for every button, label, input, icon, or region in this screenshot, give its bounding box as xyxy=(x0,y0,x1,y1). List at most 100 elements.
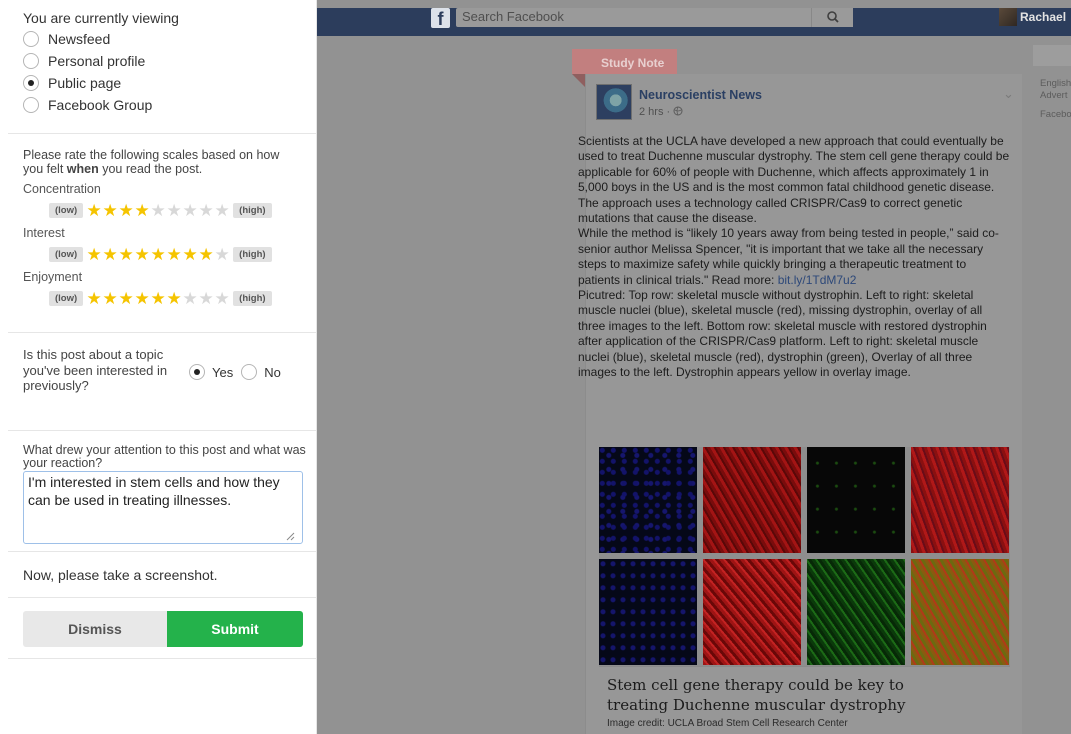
post-time[interactable]: 2 hrs · xyxy=(639,106,673,118)
scale-label-concentration: Concentration xyxy=(23,182,101,196)
globe-icon xyxy=(673,106,683,116)
muscle-image xyxy=(703,559,801,665)
muscle-image xyxy=(911,447,1009,553)
dismiss-button[interactable]: Dismiss xyxy=(23,611,167,647)
article-title[interactable]: Stem cell gene therapy could be key to t… xyxy=(607,675,967,715)
star-icon[interactable]: ★ xyxy=(182,290,198,307)
muscle-image xyxy=(911,559,1009,665)
star-icon[interactable]: ★ xyxy=(118,290,134,307)
star-icon[interactable]: ★ xyxy=(134,246,150,263)
submit-button[interactable]: Submit xyxy=(167,611,303,647)
survey-panel: You are currently viewing Newsfeed Perso… xyxy=(8,0,317,734)
radio-yes[interactable] xyxy=(189,364,205,380)
radio-facebook-group[interactable] xyxy=(23,97,39,113)
star-icon[interactable]: ★ xyxy=(214,290,230,307)
right-rail-text[interactable]: Advert xyxy=(1040,90,1067,101)
star-icon[interactable]: ★ xyxy=(86,246,102,263)
screenshot-section: Now, please take a screenshot. xyxy=(8,552,316,598)
star-icon[interactable]: ★ xyxy=(182,202,198,219)
chevron-down-icon[interactable]: ⌄ xyxy=(1003,86,1014,102)
post-paragraph: Scientists at the UCLA have developed a … xyxy=(578,134,1010,195)
post-caption: Picutred: Top row: skeletal muscle witho… xyxy=(578,288,987,380)
study-note-tab: Study Note xyxy=(572,49,677,74)
facebook-logo-icon[interactable]: f xyxy=(431,8,450,29)
facebook-top-bar: f Search Facebook Rachael xyxy=(317,8,1071,36)
star-icon[interactable]: ★ xyxy=(134,202,150,219)
right-rail-text[interactable]: Facebo xyxy=(1040,109,1071,120)
yes-label: Yes xyxy=(212,364,234,380)
viewing-option-newsfeed[interactable]: Newsfeed xyxy=(23,28,316,50)
viewing-option-label: Personal profile xyxy=(48,53,146,69)
star-icon[interactable]: ★ xyxy=(182,246,198,263)
star-icon[interactable]: ★ xyxy=(198,202,214,219)
no-label: No xyxy=(264,364,281,380)
screenshot-prompt: Now, please take a screenshot. xyxy=(23,566,218,583)
link-preview[interactable]: Stem cell gene therapy could be key to t… xyxy=(599,666,1010,734)
radio-personal-profile[interactable] xyxy=(23,53,39,69)
search-input[interactable]: Search Facebook xyxy=(456,8,811,27)
facebook-post: Neuroscientist News 2 hrs · ⌄ Scientists… xyxy=(578,74,1022,734)
star-icon[interactable]: ★ xyxy=(102,246,118,263)
star-icon[interactable]: ★ xyxy=(214,202,230,219)
topic-question: Is this post about a topic you've been i… xyxy=(23,347,168,393)
star-icon[interactable]: ★ xyxy=(150,202,166,219)
radio-newsfeed[interactable] xyxy=(23,31,39,47)
muscle-image xyxy=(807,559,905,665)
high-label: (high) xyxy=(233,290,272,306)
star-icon[interactable]: ★ xyxy=(198,246,214,263)
star-icon[interactable]: ★ xyxy=(134,290,150,307)
post-image-grid[interactable] xyxy=(599,447,1010,666)
muscle-image xyxy=(599,559,697,665)
button-row: Dismiss Submit xyxy=(8,598,316,659)
search-button[interactable] xyxy=(811,8,853,27)
study-note-fold xyxy=(572,74,585,87)
right-rail-box xyxy=(1033,45,1071,66)
viewing-option-public-page[interactable]: Public page xyxy=(23,72,316,94)
muscle-image xyxy=(599,447,697,553)
low-label: (low) xyxy=(49,246,84,262)
page-avatar[interactable] xyxy=(596,84,632,120)
search-icon xyxy=(827,11,839,23)
facebook-page: f Search Facebook Rachael English Advert… xyxy=(317,0,1071,734)
scale-label-enjoyment: Enjoyment xyxy=(23,270,83,284)
low-label: (low) xyxy=(49,290,84,306)
high-label: (high) xyxy=(233,202,272,218)
user-avatar[interactable] xyxy=(999,8,1017,26)
viewing-option-personal-profile[interactable]: Personal profile xyxy=(23,50,316,72)
post-body: Scientists at the UCLA have developed a … xyxy=(578,134,1010,381)
topic-options: Yes No xyxy=(189,363,289,381)
star-icon[interactable]: ★ xyxy=(150,246,166,263)
radio-no[interactable] xyxy=(241,364,258,380)
resize-grip-icon[interactable] xyxy=(285,531,295,541)
star-icon[interactable]: ★ xyxy=(150,290,166,307)
rating-instructions: Please rate the following scales based o… xyxy=(23,148,280,176)
reaction-textarea[interactable]: I'm interested in stem cells and how the… xyxy=(23,471,303,544)
star-icon[interactable]: ★ xyxy=(214,246,230,263)
scale-interest: (low) ★ ★ ★ ★ ★ ★ ★ ★ ★ (high) xyxy=(23,244,316,264)
star-icon[interactable]: ★ xyxy=(86,202,102,219)
star-rating[interactable]: ★ ★ ★ ★ ★ ★ ★ ★ ★ xyxy=(86,202,230,219)
post-author[interactable]: Neuroscientist News xyxy=(639,88,762,102)
star-icon[interactable]: ★ xyxy=(198,290,214,307)
star-icon[interactable]: ★ xyxy=(102,290,118,307)
viewing-option-facebook-group[interactable]: Facebook Group xyxy=(23,94,316,116)
star-icon[interactable]: ★ xyxy=(118,202,134,219)
star-icon[interactable]: ★ xyxy=(166,290,182,307)
read-more-link[interactable]: bit.ly/1TdM7u2 xyxy=(778,273,857,287)
topic-section: Is this post about a topic you've been i… xyxy=(8,333,316,431)
viewing-option-label: Newsfeed xyxy=(48,31,111,47)
viewing-section: You are currently viewing Newsfeed Perso… xyxy=(8,0,316,134)
star-icon[interactable]: ★ xyxy=(86,290,102,307)
user-name[interactable]: Rachael xyxy=(1020,10,1066,24)
star-icon[interactable]: ★ xyxy=(102,202,118,219)
viewing-title: You are currently viewing xyxy=(23,10,179,26)
right-rail-text[interactable]: English xyxy=(1040,78,1071,89)
star-icon[interactable]: ★ xyxy=(118,246,134,263)
article-credit: Image credit: UCLA Broad Stem Cell Resea… xyxy=(607,718,848,729)
star-icon[interactable]: ★ xyxy=(166,202,182,219)
star-rating[interactable]: ★ ★ ★ ★ ★ ★ ★ ★ ★ xyxy=(86,246,230,263)
star-icon[interactable]: ★ xyxy=(166,246,182,263)
high-label: (high) xyxy=(233,246,272,262)
star-rating[interactable]: ★ ★ ★ ★ ★ ★ ★ ★ ★ xyxy=(86,290,230,307)
radio-public-page[interactable] xyxy=(23,75,39,91)
